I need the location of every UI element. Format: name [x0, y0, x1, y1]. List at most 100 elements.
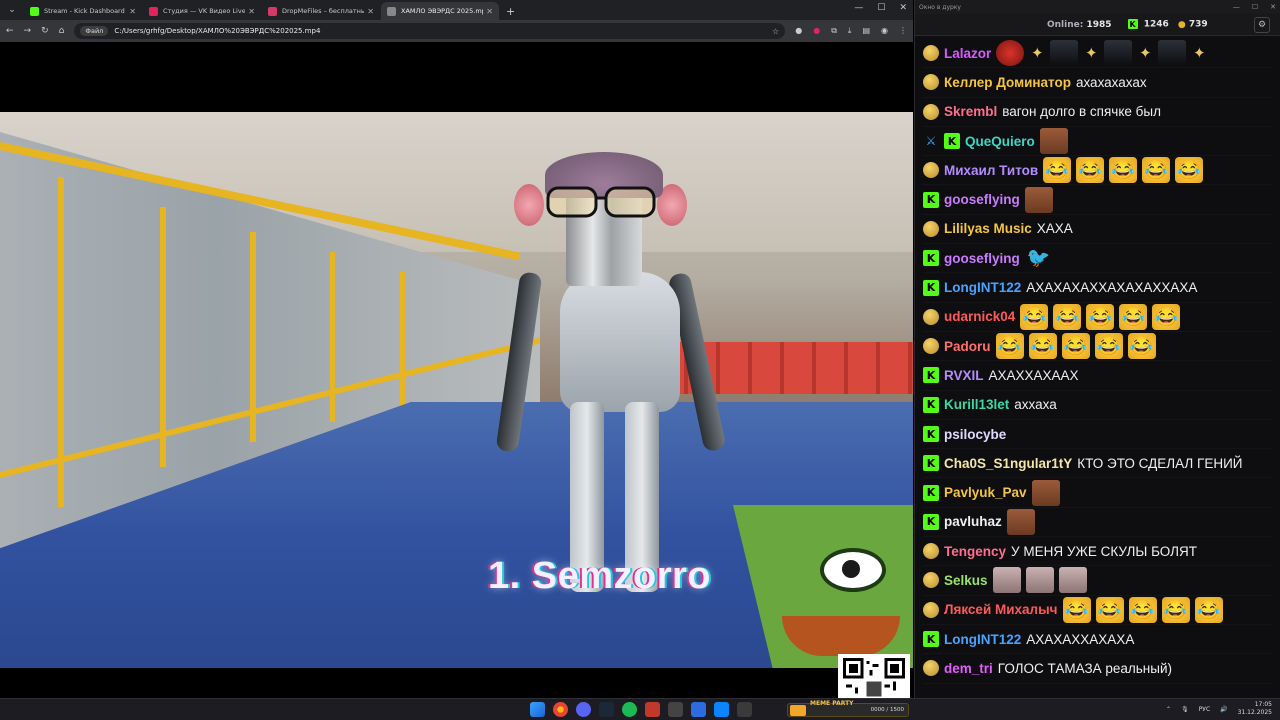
start-button-icon[interactable]: [530, 702, 545, 717]
chat-message-list[interactable]: Lalazor ✦ ✦ ✦ ✦ Келлер Доминатор ахахахахах Skr…: [915, 37, 1280, 698]
chat-username[interactable]: QueQuiero: [965, 134, 1035, 149]
app-dark-icon[interactable]: [737, 702, 752, 717]
emote-laugh-icon[interactable]: 😂: [1109, 157, 1138, 184]
emote-laugh-icon[interactable]: 😂: [1043, 157, 1072, 184]
emote-cat-icon[interactable]: [1058, 567, 1087, 594]
emote-dark-icon[interactable]: [1050, 40, 1079, 67]
emote-laugh-icon[interactable]: 😂: [1053, 303, 1082, 330]
chat-username[interactable]: Cha0S_S1ngular1tY: [944, 456, 1072, 471]
chat-username[interactable]: Михаил Титов: [944, 163, 1038, 178]
steam-icon[interactable]: [599, 702, 614, 717]
chat-username[interactable]: udarnick04: [944, 309, 1015, 324]
microphone-icon[interactable]: 🎙: [1181, 706, 1189, 713]
browser-tab[interactable]: ХАМЛО ЭВЭРДС 2025.mp4 ✕: [381, 2, 499, 20]
app-red-icon[interactable]: [645, 702, 660, 717]
app-gray-icon[interactable]: [668, 702, 683, 717]
close-icon[interactable]: ✕: [899, 3, 907, 13]
language-indicator[interactable]: РУС: [1199, 706, 1210, 713]
file-chip[interactable]: Файл: [80, 26, 109, 36]
menu-dots-icon[interactable]: ⋮: [899, 26, 907, 36]
chat-username[interactable]: Padoru: [944, 339, 991, 354]
sidepanel-icon[interactable]: ▤: [862, 26, 870, 36]
emote-laugh-icon[interactable]: 😂: [1142, 157, 1171, 184]
chat-username[interactable]: Lalazor: [944, 46, 991, 61]
app-blue-icon[interactable]: [691, 702, 706, 717]
emote-laugh-icon[interactable]: 😂: [1020, 303, 1049, 330]
emote-spark-icon[interactable]: ✦: [1029, 40, 1045, 66]
extensions-puzzle-icon[interactable]: ⧉: [831, 26, 837, 36]
emote-laugh-icon[interactable]: 😂: [1028, 333, 1057, 360]
clock[interactable]: 17:05 31.12.2025: [1238, 701, 1272, 717]
chat-username[interactable]: dem_tri: [944, 661, 993, 676]
browser-tab[interactable]: Stream - Kick Dashboard ✕: [24, 2, 142, 20]
emote-dark-icon[interactable]: [1158, 40, 1187, 67]
extension-red-icon[interactable]: ●: [813, 26, 820, 36]
emote-laugh-icon[interactable]: 😂: [995, 333, 1024, 360]
emote-laugh-icon[interactable]: 😂: [1094, 333, 1123, 360]
chat-username[interactable]: Skrembl: [944, 104, 997, 119]
emote-laugh-icon[interactable]: 😂: [1095, 596, 1124, 623]
chat-username[interactable]: RVXIL: [944, 368, 984, 383]
meme-party-widget[interactable]: MEME PARTY 0000 / 1500: [787, 700, 909, 717]
forward-icon[interactable]: →: [24, 26, 32, 36]
emote-spark-icon[interactable]: ✦: [1083, 40, 1099, 66]
close-icon[interactable]: ✕: [1270, 3, 1276, 11]
emote-laugh-icon[interactable]: 😂: [1127, 333, 1156, 360]
tray-chevron-icon[interactable]: ⌃: [1166, 706, 1171, 713]
emote-bird-icon[interactable]: 🐦: [1025, 245, 1053, 271]
maximize-icon[interactable]: ☐: [1252, 3, 1258, 11]
emote-face-icon[interactable]: [1006, 508, 1035, 535]
address-bar[interactable]: Файл C:/Users/grhfg/Desktop/ХАМЛО%20ЭВЭР…: [74, 23, 786, 39]
browser-tab[interactable]: Студия — VK Видео Live ✕: [143, 2, 261, 20]
chat-username[interactable]: Келлер Доминатор: [944, 75, 1071, 90]
emote-laugh-icon[interactable]: 😂: [1119, 303, 1148, 330]
extension-dot-icon[interactable]: ●: [795, 26, 802, 36]
download-icon[interactable]: ⤓: [848, 26, 852, 36]
volume-icon[interactable]: 🔊: [1220, 706, 1227, 713]
tab-close-icon[interactable]: ✕: [129, 7, 136, 16]
tab-close-icon[interactable]: ✕: [248, 7, 255, 16]
browser-tab[interactable]: DropMeFiles – бесплатный фа...✕: [262, 2, 380, 20]
chat-username[interactable]: psilocybe: [944, 427, 1006, 442]
emote-face-icon[interactable]: [1024, 186, 1053, 213]
chat-username[interactable]: LongINT122: [944, 632, 1021, 647]
discord-icon[interactable]: [576, 702, 591, 717]
telegram-icon[interactable]: [714, 702, 729, 717]
home-icon[interactable]: ⌂: [59, 26, 65, 36]
emote-face-icon[interactable]: [1031, 479, 1060, 506]
chat-username[interactable]: Pavlyuk_Pav: [944, 485, 1027, 500]
chat-username[interactable]: LongINT122: [944, 280, 1021, 295]
emote-laugh-icon[interactable]: 😂: [1194, 596, 1223, 623]
chat-username[interactable]: Ляксей Михалыч: [944, 602, 1058, 617]
emote-laugh-icon[interactable]: 😂: [1152, 303, 1181, 330]
emote-laugh-icon[interactable]: 😂: [1062, 596, 1091, 623]
chat-username[interactable]: gooseflying: [944, 251, 1020, 266]
back-icon[interactable]: ←: [6, 26, 14, 36]
emote-laugh-icon[interactable]: 😂: [1175, 157, 1204, 184]
emote-laugh-icon[interactable]: 😂: [1128, 596, 1157, 623]
chrome-icon[interactable]: [553, 702, 568, 717]
tab-close-icon[interactable]: ✕: [367, 7, 374, 16]
tab-close-icon[interactable]: ✕: [486, 7, 493, 16]
bookmark-star-icon[interactable]: ☆: [772, 27, 779, 36]
chat-username[interactable]: Kurill13let: [944, 397, 1009, 412]
profile-icon[interactable]: ◉: [881, 26, 888, 36]
emote-laugh-icon[interactable]: 😂: [1161, 596, 1190, 623]
emote-spark-icon[interactable]: ✦: [1137, 40, 1153, 66]
emote-laugh-icon[interactable]: 😂: [1061, 333, 1090, 360]
maximize-icon[interactable]: ☐: [877, 3, 885, 13]
chat-username[interactable]: Tengency: [944, 544, 1006, 559]
settings-gear-icon[interactable]: ⚙: [1254, 16, 1270, 33]
chat-username[interactable]: gooseflying: [944, 192, 1020, 207]
new-tab-button[interactable]: +: [500, 2, 521, 20]
emote-cat-icon[interactable]: [992, 567, 1021, 594]
chat-username[interactable]: pavluhaz: [944, 514, 1002, 529]
chat-username[interactable]: Selkus: [944, 573, 988, 588]
reload-icon[interactable]: ↻: [41, 26, 49, 36]
tab-search-icon[interactable]: ⌄: [4, 2, 20, 18]
video-frame[interactable]: 1. Semzorro: [0, 112, 913, 668]
emote-spark-icon[interactable]: ✦: [1191, 40, 1207, 66]
video-viewport[interactable]: 1. Semzorro: [0, 42, 913, 720]
emote-laugh-icon[interactable]: 😂: [1076, 157, 1105, 184]
spotify-icon[interactable]: [622, 702, 637, 717]
